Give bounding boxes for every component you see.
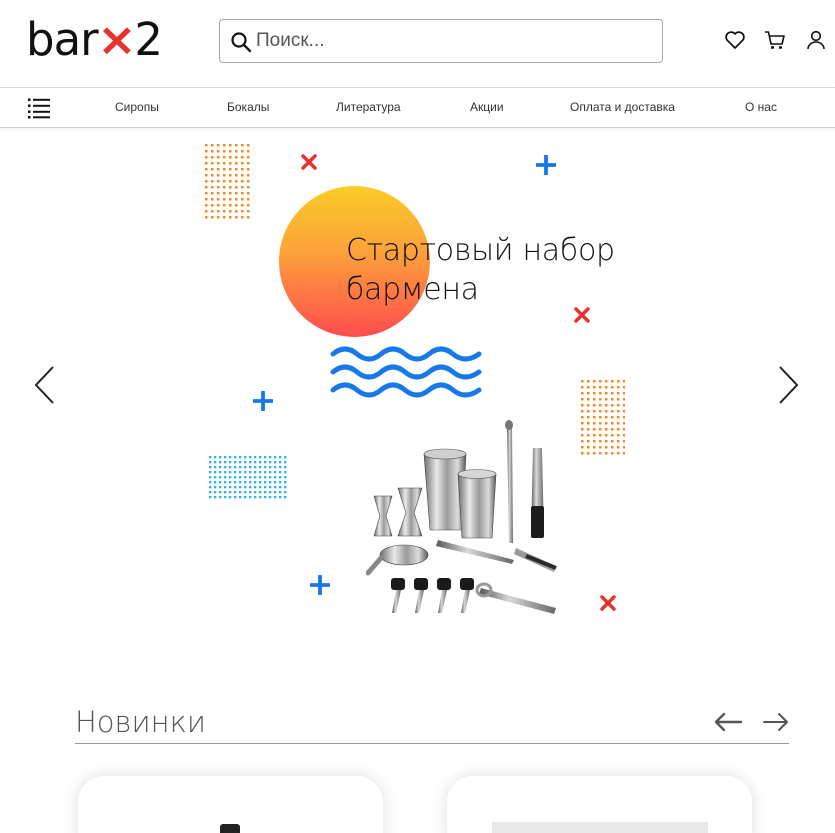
plus-decoration [310,575,330,595]
menu-icon[interactable] [28,97,50,119]
search-icon[interactable] [230,31,252,53]
arrow-right-icon[interactable] [762,712,792,732]
plus-decoration [253,391,273,411]
site-header: bar×2 [0,0,835,87]
wave-decoration [330,346,482,398]
cart-icon[interactable] [764,29,786,51]
plus-decoration [536,155,556,175]
site-logo[interactable]: bar×2 [26,14,163,66]
nav-item-glasses[interactable]: Бокалы [227,100,269,114]
arrow-left-icon[interactable] [713,712,743,732]
main-nav: Сиропы Бокалы Литература Акции Оплата и … [0,87,835,128]
search-box[interactable] [219,19,663,63]
product-image [492,822,708,833]
bartender-kit-image [366,420,557,614]
product-card[interactable] [447,776,752,833]
section-title-new: Новинки [75,705,206,739]
slider-prev-icon[interactable] [32,365,58,405]
search-input[interactable] [256,26,646,56]
nav-item-literature[interactable]: Литература [336,100,401,114]
cross-decoration [574,307,590,323]
nav-item-about[interactable]: О нас [745,100,777,114]
product-card[interactable] [78,776,383,833]
dot-grid-decoration [209,456,289,500]
hero-title: Стартовый набор бармена [346,233,615,307]
slider-next-icon[interactable] [775,365,801,405]
heart-icon[interactable] [724,29,746,51]
nav-item-promotions[interactable]: Акции [470,100,504,114]
hero-slider: Стартовый набор бармена [0,128,835,680]
nav-item-syrups[interactable]: Сиропы [115,100,159,114]
section-divider [75,743,789,744]
dot-grid-decoration [581,380,625,458]
dot-grid-decoration [205,144,251,222]
cross-decoration [600,595,616,611]
user-icon[interactable] [805,29,827,51]
product-image [220,824,240,833]
nav-item-payment-delivery[interactable]: Оплата и доставка [570,100,675,114]
cross-decoration [301,154,317,170]
